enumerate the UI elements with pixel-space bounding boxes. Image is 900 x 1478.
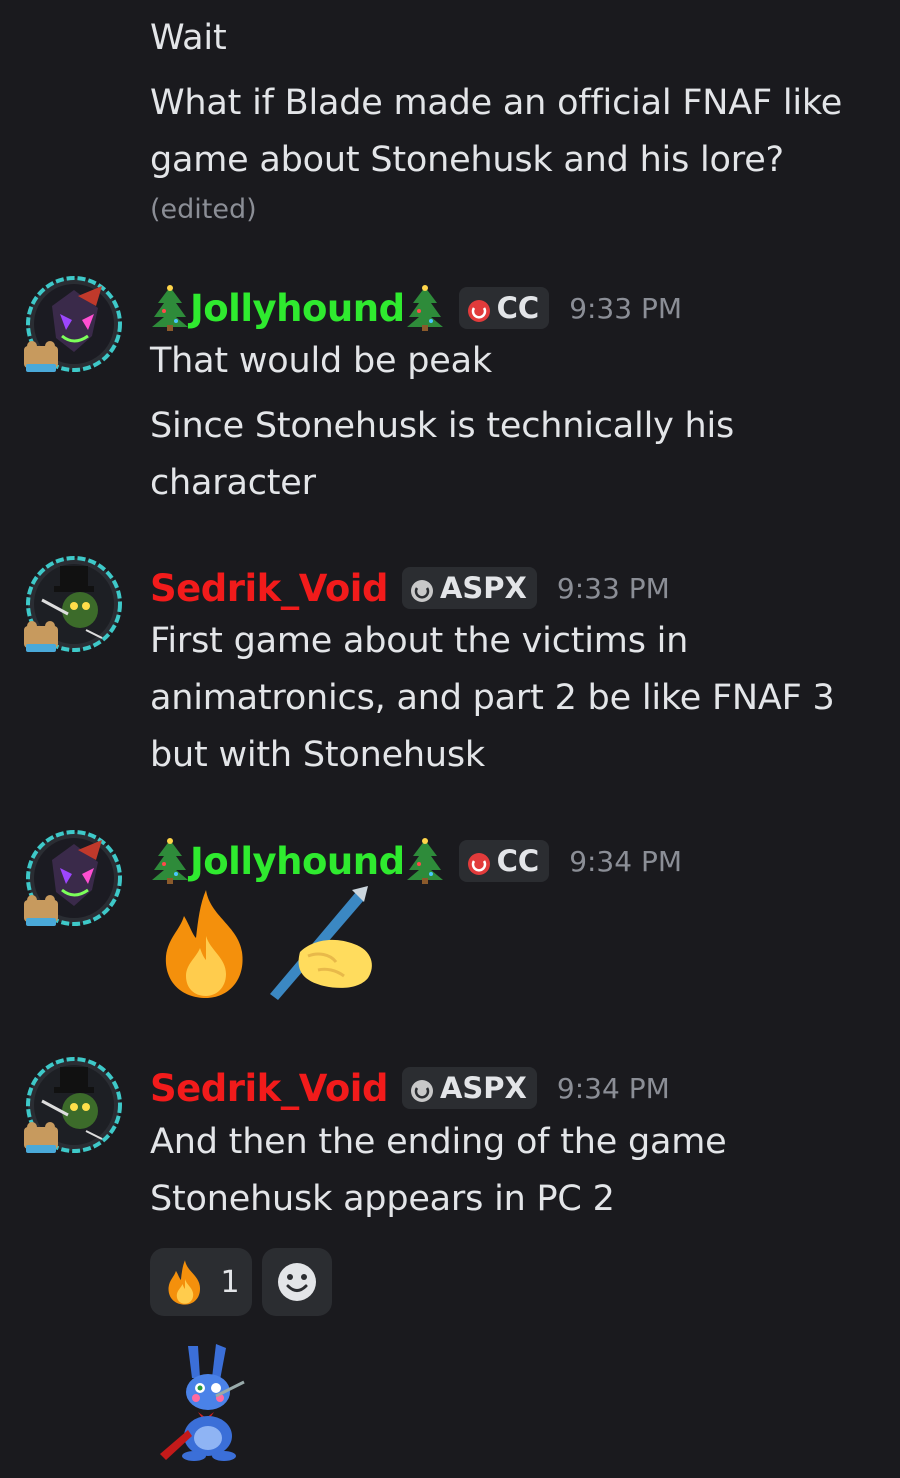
message-text: Since Stonehusk is technically his	[150, 406, 735, 446]
tag-label: ASPX	[439, 1071, 527, 1105]
clan-tag[interactable]: CC	[458, 287, 550, 329]
christmas-tree-icon	[150, 285, 190, 331]
message-header: Sedrik_Void ASPX 9:34 PM	[150, 1063, 670, 1113]
tag-label: ASPX	[439, 571, 527, 605]
christmas-tree-icon	[405, 285, 445, 331]
tag-label: CC	[496, 291, 540, 325]
message-header: Jollyhound CC 9:33 PM	[150, 283, 682, 333]
avatar-sedrik-void[interactable]	[22, 1057, 126, 1161]
message-text: animatronics, and part 2 be like FNAF 3	[150, 678, 835, 718]
avatar-image	[24, 1057, 122, 1153]
message-text: And then the ending of the game	[150, 1122, 727, 1162]
avatar-image	[24, 276, 122, 372]
writing-hand-emoji	[264, 886, 376, 1000]
message-header: Sedrik_Void ASPX 9:33 PM	[150, 563, 670, 613]
timestamp: 9:33 PM	[556, 571, 670, 605]
avatar-sedrik-void[interactable]	[22, 556, 126, 660]
add-reaction-icon	[278, 1263, 316, 1301]
power-badge-icon	[467, 849, 491, 875]
message-text: First game about the victims in	[150, 621, 689, 661]
avatar-image	[24, 830, 122, 926]
username[interactable]: Jollyhound	[190, 840, 405, 883]
message-text: character	[150, 463, 316, 503]
message-text: Stonehusk appears in PC 2	[150, 1179, 615, 1219]
reaction-count: 1	[220, 1264, 240, 1300]
christmas-tree-icon	[150, 838, 190, 884]
avatar-image	[24, 556, 122, 652]
edited-label: (edited)	[150, 194, 257, 225]
username[interactable]: Jollyhound	[190, 287, 405, 330]
timestamp: 9:34 PM	[569, 844, 683, 878]
clan-tag[interactable]: ASPX	[401, 567, 537, 609]
username[interactable]: Sedrik_Void	[150, 567, 388, 610]
timestamp: 9:33 PM	[569, 291, 683, 325]
clan-tag[interactable]: ASPX	[401, 1067, 537, 1109]
message-text: game about Stonehusk and his lore?	[150, 140, 784, 180]
avatar-jollyhound[interactable]	[22, 830, 126, 934]
clan-tag[interactable]: CC	[458, 840, 550, 882]
message-text: Wait	[150, 18, 227, 58]
fire-emoji	[150, 886, 262, 1000]
message-text: What if Blade made an official FNAF like	[150, 83, 843, 123]
tag-label: CC	[496, 844, 540, 878]
timestamp: 9:34 PM	[556, 1071, 670, 1105]
username[interactable]: Sedrik_Void	[150, 1067, 388, 1110]
toy-bonnie-sticker[interactable]	[158, 1342, 254, 1462]
message-header: Jollyhound CC 9:34 PM	[150, 836, 682, 886]
christmas-tree-icon	[405, 838, 445, 884]
avatar-jollyhound[interactable]	[22, 276, 126, 380]
message-text: That would be peak	[150, 341, 492, 381]
add-reaction-button[interactable]	[262, 1248, 332, 1316]
power-badge-icon	[410, 1076, 434, 1102]
power-badge-icon	[467, 296, 491, 322]
power-badge-icon	[410, 576, 434, 602]
chat-log: Wait What if Blade made an official FNAF…	[0, 0, 900, 1478]
fire-emoji	[168, 1260, 201, 1305]
reaction-fire[interactable]: 1	[150, 1248, 252, 1316]
message-text: but with Stonehusk	[150, 735, 485, 775]
